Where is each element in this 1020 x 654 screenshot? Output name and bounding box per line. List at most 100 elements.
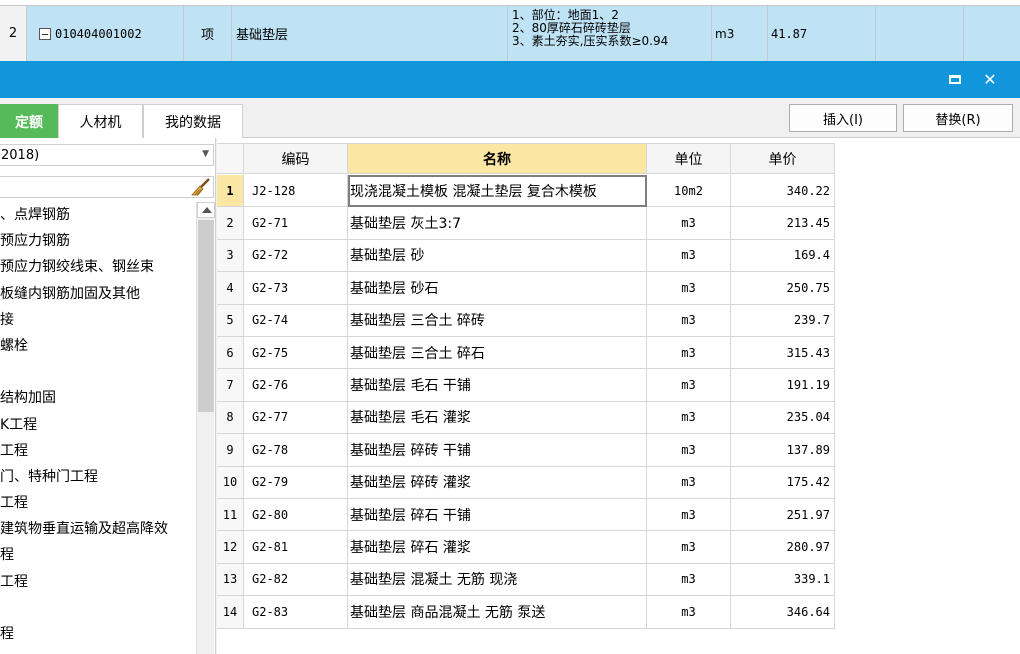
- table-row[interactable]: 13 G2-82 基础垫层 混凝土 无筋 现浇 m3 339.1: [217, 563, 835, 597]
- background-row-empty-cell[interactable]: [964, 6, 1020, 61]
- tree-item[interactable]: 螺栓: [0, 333, 196, 359]
- row-code[interactable]: G2-72: [244, 239, 348, 273]
- header-price[interactable]: 单价: [731, 143, 835, 174]
- tree-item[interactable]: [0, 595, 196, 621]
- row-unit[interactable]: m3: [647, 337, 731, 370]
- row-unit[interactable]: m3: [647, 596, 731, 629]
- background-row-empty-cell[interactable]: [876, 6, 964, 61]
- row-price[interactable]: 250.75: [731, 272, 835, 305]
- tree-item[interactable]: [0, 359, 196, 385]
- row-code[interactable]: G2-80: [244, 499, 348, 532]
- background-row-description[interactable]: 1、部位：地面1、2 2、80厚碎石碎砖垫层 3、素土夯实,压实系数≥0.94: [508, 6, 712, 61]
- chevron-down-icon[interactable]: ▼: [202, 149, 209, 159]
- row-index[interactable]: 7: [217, 369, 244, 402]
- table-row[interactable]: 10 G2-79 基础垫层 碎砖 灌浆 m3 175.42: [217, 466, 835, 499]
- row-price[interactable]: 235.04: [731, 401, 835, 435]
- row-index[interactable]: 2: [217, 207, 244, 240]
- row-name[interactable]: 基础垫层 碎砖 干铺: [348, 434, 647, 467]
- tree-item[interactable]: 建筑物垂直运输及超高降效: [0, 516, 196, 542]
- header-unit[interactable]: 单位: [647, 143, 731, 174]
- replace-button[interactable]: 替换(R): [903, 104, 1013, 132]
- row-index[interactable]: 4: [217, 272, 244, 305]
- row-code[interactable]: G2-71: [244, 207, 348, 240]
- row-price[interactable]: 169.4: [731, 239, 835, 273]
- row-index[interactable]: 8: [217, 401, 244, 435]
- row-price[interactable]: 239.7: [731, 304, 835, 337]
- collapse-icon[interactable]: [39, 27, 51, 40]
- row-unit[interactable]: m3: [647, 239, 731, 273]
- row-price[interactable]: 251.97: [731, 499, 835, 532]
- tree-item[interactable]: 工程: [0, 490, 196, 516]
- row-name[interactable]: 基础垫层 砂: [348, 239, 647, 273]
- tree-item[interactable]: 预应力钢绞线束、钢丝束: [0, 254, 196, 280]
- tree-item[interactable]: 门、特种门工程: [0, 464, 196, 490]
- background-list-row[interactable]: 2 010404001002 项 基础垫层 1、部位：地面1、2 2、80厚碎石…: [0, 0, 1020, 61]
- table-row[interactable]: 11 G2-80 基础垫层 碎石 干铺 m3 251.97: [217, 499, 835, 532]
- row-code[interactable]: G2-83: [244, 596, 348, 629]
- row-price[interactable]: 339.1: [731, 563, 835, 597]
- scrollbar-thumb[interactable]: [198, 220, 214, 412]
- row-code[interactable]: G2-73: [244, 272, 348, 305]
- row-name[interactable]: 基础垫层 毛石 灌浆: [348, 401, 647, 435]
- maximize-icon[interactable]: [943, 68, 967, 90]
- row-unit[interactable]: m3: [647, 434, 731, 467]
- table-row[interactable]: 8 G2-77 基础垫层 毛石 灌浆 m3 235.04: [217, 401, 835, 435]
- tree-item[interactable]: 板缝内钢筋加固及其他: [0, 281, 196, 307]
- table-row[interactable]: 2 G2-71 基础垫层 灰土3:7 m3 213.45: [217, 207, 835, 240]
- row-name[interactable]: 基础垫层 三合土 碎砖: [348, 304, 647, 337]
- row-price[interactable]: 191.19: [731, 369, 835, 402]
- row-code[interactable]: G2-76: [244, 369, 348, 402]
- background-row-code-cell[interactable]: 010404001002: [27, 6, 184, 61]
- row-index[interactable]: 12: [217, 531, 244, 564]
- table-row[interactable]: 3 G2-72 基础垫层 砂 m3 169.4: [217, 239, 835, 273]
- tree-item[interactable]: 工程: [0, 569, 196, 595]
- tree-item[interactable]: 工程: [0, 438, 196, 464]
- table-row[interactable]: 6 G2-75 基础垫层 三合土 碎石 m3 315.43: [217, 337, 835, 370]
- row-code[interactable]: G2-79: [244, 466, 348, 499]
- row-index[interactable]: 10: [217, 466, 244, 499]
- row-index[interactable]: 6: [217, 337, 244, 370]
- background-row-unit[interactable]: m3: [712, 6, 768, 61]
- insert-button[interactable]: 插入(I): [789, 104, 897, 132]
- row-code[interactable]: G2-74: [244, 304, 348, 337]
- row-unit[interactable]: m3: [647, 466, 731, 499]
- row-index[interactable]: 9: [217, 434, 244, 467]
- tab-labor-material-machine[interactable]: 人材机: [58, 104, 143, 138]
- dialog-titlebar[interactable]: ✕: [0, 61, 1020, 98]
- tree-item[interactable]: 程: [0, 621, 196, 647]
- row-unit[interactable]: m3: [647, 401, 731, 435]
- row-unit[interactable]: m3: [647, 563, 731, 597]
- tree-item[interactable]: K工程: [0, 412, 196, 438]
- row-index[interactable]: 11: [217, 499, 244, 532]
- tree-item[interactable]: 接: [0, 307, 196, 333]
- row-name[interactable]: 基础垫层 灰土3:7: [348, 207, 647, 240]
- row-price[interactable]: 340.22: [731, 175, 835, 208]
- row-code[interactable]: G2-81: [244, 531, 348, 564]
- table-row[interactable]: 5 G2-74 基础垫层 三合土 碎砖 m3 239.7: [217, 304, 835, 337]
- row-code[interactable]: G2-75: [244, 337, 348, 370]
- tree-item[interactable]: 结构加固: [0, 385, 196, 411]
- row-name[interactable]: 基础垫层 碎石 干铺: [348, 499, 647, 532]
- row-index[interactable]: 1: [217, 175, 244, 208]
- row-price[interactable]: 137.89: [731, 434, 835, 467]
- row-name[interactable]: 现浇混凝土模板 混凝土垫层 复合木模板: [348, 175, 647, 208]
- row-index[interactable]: 14: [217, 596, 244, 629]
- row-price[interactable]: 213.45: [731, 207, 835, 240]
- row-name[interactable]: 基础垫层 三合土 碎石: [348, 337, 647, 370]
- row-unit[interactable]: m3: [647, 369, 731, 402]
- header-name[interactable]: 名称: [348, 143, 647, 174]
- row-name[interactable]: 基础垫层 商品混凝土 无筋 泵送: [348, 596, 647, 629]
- row-price[interactable]: 280.97: [731, 531, 835, 564]
- row-name[interactable]: 基础垫层 碎石 灌浆: [348, 531, 647, 564]
- close-icon[interactable]: ✕: [978, 68, 1002, 90]
- row-name[interactable]: 基础垫层 碎砖 灌浆: [348, 466, 647, 499]
- row-code[interactable]: J2-128: [244, 175, 348, 208]
- table-row[interactable]: 7 G2-76 基础垫层 毛石 干铺 m3 191.19: [217, 369, 835, 402]
- row-unit[interactable]: m3: [647, 272, 731, 305]
- row-unit[interactable]: m3: [647, 207, 731, 240]
- row-code[interactable]: G2-82: [244, 563, 348, 597]
- row-unit[interactable]: m3: [647, 304, 731, 337]
- row-index[interactable]: 5: [217, 304, 244, 337]
- scroll-up-icon[interactable]: [197, 202, 215, 218]
- background-row-type[interactable]: 项: [184, 6, 232, 61]
